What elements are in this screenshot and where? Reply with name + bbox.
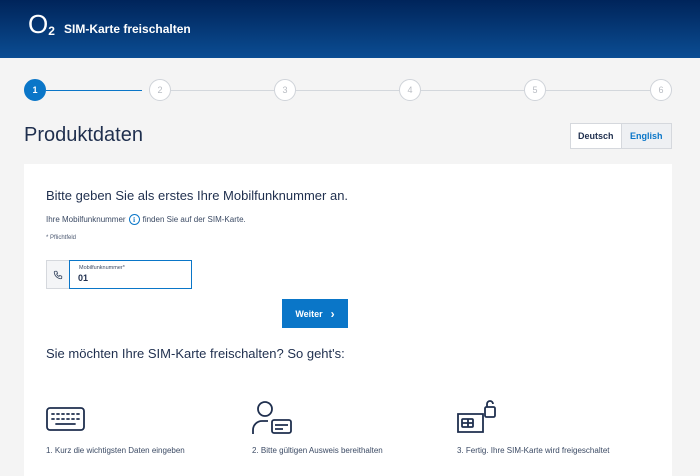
id-card-person-icon xyxy=(252,401,292,434)
info-icon[interactable]: i xyxy=(128,214,140,225)
next-button[interactable]: Weiter › xyxy=(282,299,348,328)
step-connector xyxy=(296,89,399,91)
app-title: SIM-Karte freischalten xyxy=(64,22,191,36)
step-connector xyxy=(546,89,650,91)
step-5: 5 xyxy=(524,79,546,101)
step-3: 3 xyxy=(274,79,296,101)
step-2: 2 xyxy=(149,79,171,101)
step-4: 4 xyxy=(399,79,421,101)
how-step-1: 1. Kurz die wichtigsten Daten eingeben xyxy=(46,400,185,455)
language-deutsch-button[interactable]: Deutsch xyxy=(571,124,622,148)
how-step-3-label: 3. Fertig. Ihre SIM-Karte wird freigesch… xyxy=(457,446,610,455)
language-english-button[interactable]: English xyxy=(622,124,672,148)
step-connector xyxy=(171,89,274,91)
step-6: 6 xyxy=(650,79,672,101)
phone-number-label: Mobilfunknummer* xyxy=(79,265,125,271)
progress-stepper: 1 2 3 4 5 6 xyxy=(24,79,672,101)
hint-text-after: finden Sie auf der SIM-Karte. xyxy=(142,215,246,224)
how-step-2: 2. Bitte gültigen Ausweis bereithalten xyxy=(252,400,383,455)
keyboard-icon xyxy=(46,407,85,431)
phone-number-input[interactable] xyxy=(78,273,178,283)
form-prompt: Bitte geben Sie als erstes Ihre Mobilfun… xyxy=(46,188,349,203)
chevron-right-icon: › xyxy=(330,306,335,321)
phone-icon xyxy=(46,260,69,289)
o2-logo[interactable]: O2 xyxy=(28,9,55,40)
next-button-label: Weiter xyxy=(295,308,323,319)
hint-text-before: Ihre Mobilfunknummer xyxy=(46,215,126,224)
form-card: Bitte geben Sie als erstes Ihre Mobilfun… xyxy=(24,164,672,476)
step-connector xyxy=(46,89,142,91)
required-note: * Pflichtfeld xyxy=(46,235,77,241)
page-title: Produktdaten xyxy=(24,124,143,146)
logo-sub: 2 xyxy=(48,24,55,38)
phone-input-group: Mobilfunknummer* xyxy=(46,260,192,289)
how-it-works-title: Sie möchten Ihre SIM-Karte freischalten?… xyxy=(46,346,345,361)
logo-letter: O xyxy=(28,9,48,39)
hint-row: Ihre Mobilfunknummer i finden Sie auf de… xyxy=(46,214,246,225)
how-step-3: 3. Fertig. Ihre SIM-Karte wird freigesch… xyxy=(457,400,610,455)
step-1: 1 xyxy=(24,79,46,101)
step-connector xyxy=(421,89,524,91)
how-step-1-label: 1. Kurz die wichtigsten Daten eingeben xyxy=(46,446,185,455)
sim-unlock-icon xyxy=(457,400,496,433)
how-step-2-label: 2. Bitte gültigen Ausweis bereithalten xyxy=(252,446,383,455)
phone-number-field[interactable]: Mobilfunknummer* xyxy=(69,260,192,289)
language-switch: Deutsch English xyxy=(570,123,672,149)
header-bar: O2 SIM-Karte freischalten xyxy=(0,0,700,58)
